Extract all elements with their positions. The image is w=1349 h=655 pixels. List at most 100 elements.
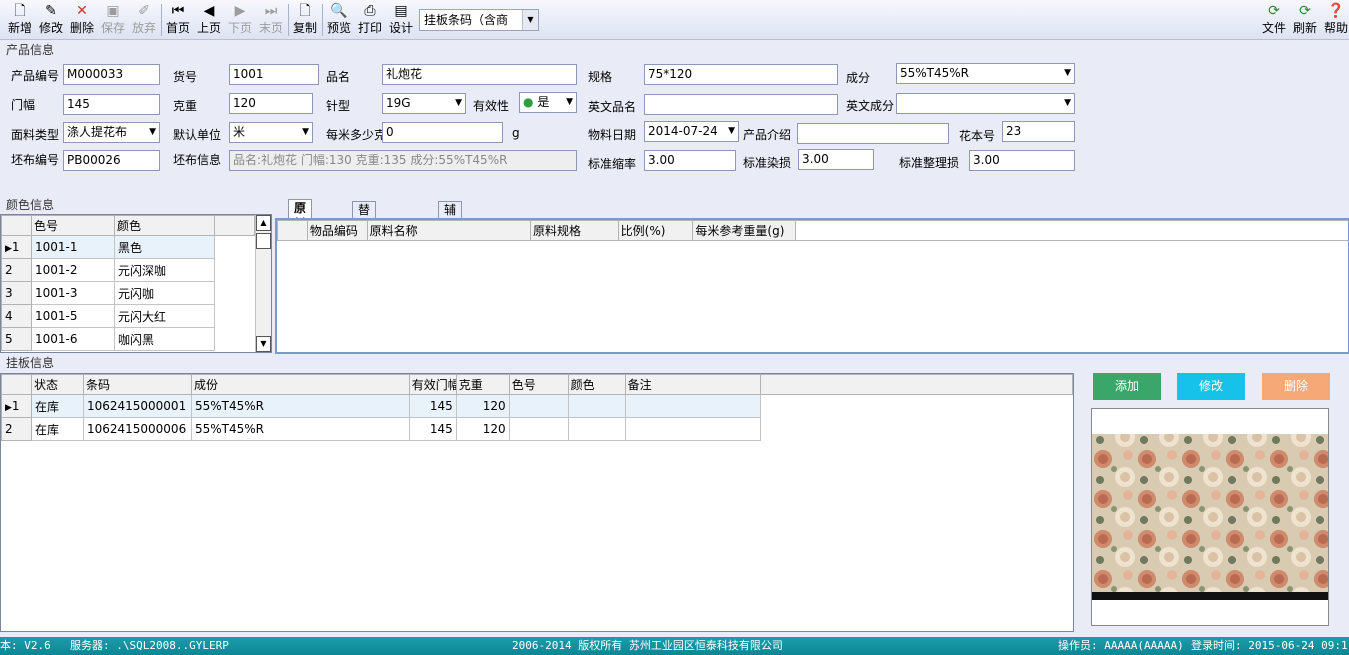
scroll-up-icon[interactable]: ▲ <box>256 215 271 231</box>
col-header-weight-per-meter[interactable]: 每米参考重量(g) <box>692 220 797 241</box>
col-header-valid-width[interactable]: 有效门幅 <box>408 374 457 395</box>
tab-alt-grey-code[interactable]: 替代坯布编号 <box>352 201 377 297</box>
finish-loss-field[interactable]: 3.00 <box>969 150 1075 171</box>
shrink-field[interactable]: 3.00 <box>644 150 736 171</box>
unit-select[interactable]: 米 ▼ <box>229 122 313 143</box>
cell-barcode[interactable]: 1062415000001 <box>82 394 192 418</box>
add-button[interactable]: 添加 <box>1093 373 1161 400</box>
print-button[interactable]: ⎙ 打印 <box>356 2 384 38</box>
preview-button[interactable]: 🔍 预览 <box>325 2 353 38</box>
template-select[interactable]: 挂板条码（含商 ▼ <box>419 9 539 31</box>
edit-button[interactable]: ✎ 修改 <box>37 2 65 38</box>
cell-note[interactable] <box>624 394 762 418</box>
refresh-button[interactable]: ⟳ 刷新 <box>1291 2 1319 38</box>
cell-color-name[interactable]: 元闪咖 <box>114 281 215 305</box>
col-header-status[interactable]: 状态 <box>30 374 84 395</box>
discard-button[interactable]: ✐ 放弃 <box>130 2 158 38</box>
first-page-button[interactable]: ⏮ 首页 <box>164 2 192 38</box>
cell-color-code[interactable]: 1001-5 <box>31 304 115 328</box>
file-button[interactable]: ⟳ 文件 <box>1260 2 1288 38</box>
prev-page-button[interactable]: ◀ 上页 <box>195 2 223 38</box>
table-row[interactable]: 3 1001-3 元闪咖 <box>1 281 255 305</box>
spec-field[interactable]: 75*120 <box>644 64 838 85</box>
cell-status[interactable]: 在库 <box>30 394 84 418</box>
fabric-type-select[interactable]: 涤人提花布 ▼ <box>63 122 160 143</box>
cell-color-name[interactable]: 黑色 <box>114 235 215 259</box>
col-header-composition[interactable]: 成份 <box>190 374 410 395</box>
col-header-material-name[interactable]: 原料名称 <box>366 220 531 241</box>
help-button[interactable]: ❓ 帮助 <box>1322 2 1349 38</box>
product-code-field[interactable]: M000033 <box>63 64 160 85</box>
cell-composition[interactable]: 55%T45%R <box>190 417 410 441</box>
cell-composition[interactable]: 55%T45%R <box>190 394 410 418</box>
valid-select[interactable]: ● 是 ▼ <box>519 92 577 113</box>
new-button[interactable]: 🗋 新增 <box>6 2 34 38</box>
weight-field[interactable]: 120 <box>229 93 313 114</box>
cell-barcode[interactable]: 1062415000006 <box>82 417 192 441</box>
last-page-button[interactable]: ⏭ 末页 <box>257 2 285 38</box>
scroll-down-icon[interactable]: ▼ <box>256 336 271 352</box>
cell-color-code[interactable] <box>508 417 569 441</box>
col-header-filler <box>795 220 1348 241</box>
gpm-field[interactable]: 0 <box>382 122 503 143</box>
cell-color-name[interactable]: 元闪深咖 <box>114 258 215 282</box>
material-date-picker[interactable]: 2014-07-24 ▼ <box>644 121 739 142</box>
cell-color-code[interactable]: 1001-3 <box>31 281 115 305</box>
col-header-material-spec[interactable]: 原料规格 <box>529 220 619 241</box>
grey-code-field[interactable]: PB00026 <box>63 150 160 171</box>
col-header-barcode[interactable]: 条码 <box>82 374 192 395</box>
col-header-ratio[interactable]: 比例(%) <box>617 220 694 241</box>
cell-note[interactable] <box>624 417 762 441</box>
cell-color-code[interactable]: 1001-6 <box>31 327 115 351</box>
cell-valid-width[interactable]: 145 <box>408 417 457 441</box>
name-field[interactable]: 礼炮花 <box>382 64 577 85</box>
composition-select[interactable]: 55%T45%R ▼ <box>896 63 1075 84</box>
pattern-field[interactable]: 23 <box>1002 121 1075 142</box>
delete-hanger-button[interactable]: 删除 <box>1262 373 1330 400</box>
cell-color-code[interactable]: 1001-1 <box>31 235 115 259</box>
en-comp-select[interactable]: ▼ <box>896 93 1075 114</box>
width-field[interactable]: 145 <box>63 94 160 115</box>
cell-status[interactable]: 在库 <box>30 417 84 441</box>
cell-color-code[interactable]: 1001-2 <box>31 258 115 282</box>
cell-color-name[interactable]: 咖闪黑 <box>114 327 215 351</box>
col-header-weight[interactable]: 克重 <box>455 374 510 395</box>
table-row[interactable]: ▶1 在库 1062415000001 55%T45%R 145 120 <box>1 394 1073 418</box>
table-row[interactable]: ▶1 1001-1 黑色 <box>1 235 255 259</box>
scroll-thumb[interactable] <box>256 233 271 249</box>
col-header-color-name[interactable]: 颜色 <box>114 215 215 236</box>
delete-button[interactable]: ✕ 删除 <box>68 2 96 38</box>
vertical-scrollbar[interactable]: ▲ ▼ <box>255 215 271 352</box>
col-header-note[interactable]: 备注 <box>624 374 762 395</box>
design-button[interactable]: ▤ 设计 <box>387 2 415 38</box>
col-header-color[interactable]: 颜色 <box>567 374 626 395</box>
col-header-color-code[interactable]: 色号 <box>508 374 569 395</box>
col-header-item-code[interactable]: 物品编码 <box>306 220 368 241</box>
tab-material-info[interactable]: 原料信息 <box>288 199 313 263</box>
en-name-field[interactable] <box>644 94 838 115</box>
edit-hanger-button[interactable]: 修改 <box>1177 373 1245 400</box>
copy-button[interactable]: 🗋 复制 <box>291 2 319 38</box>
cell-weight[interactable]: 120 <box>455 417 510 441</box>
next-page-button[interactable]: ▶ 下页 <box>226 2 254 38</box>
cell-color-code[interactable] <box>508 394 569 418</box>
needle-select[interactable]: 19G ▼ <box>382 93 466 114</box>
cell-color[interactable] <box>567 394 626 418</box>
row-header-corner <box>1 215 32 236</box>
table-row[interactable]: 4 1001-5 元闪大红 <box>1 304 255 328</box>
discard-icon: ✐ <box>138 3 150 19</box>
save-button[interactable]: ▣ 保存 <box>99 2 127 38</box>
intro-field[interactable] <box>797 123 949 144</box>
cell-valid-width[interactable]: 145 <box>408 394 457 418</box>
col-header-color-code[interactable]: 色号 <box>31 215 115 236</box>
table-row[interactable]: 2 在库 1062415000006 55%T45%R 145 120 <box>1 417 1073 441</box>
tab-aux-process[interactable]: 辅助工艺 <box>438 201 463 265</box>
chevron-down-icon[interactable]: ▼ <box>522 10 538 30</box>
cell-weight[interactable]: 120 <box>455 394 510 418</box>
cell-color[interactable] <box>567 417 626 441</box>
cell-color-name[interactable]: 元闪大红 <box>114 304 215 328</box>
table-row[interactable]: 2 1001-2 元闪深咖 <box>1 258 255 282</box>
dye-loss-field[interactable]: 3.00 <box>798 149 874 170</box>
table-row[interactable]: 5 1001-6 咖闪黑 <box>1 327 255 351</box>
article-field[interactable]: 1001 <box>229 64 319 85</box>
